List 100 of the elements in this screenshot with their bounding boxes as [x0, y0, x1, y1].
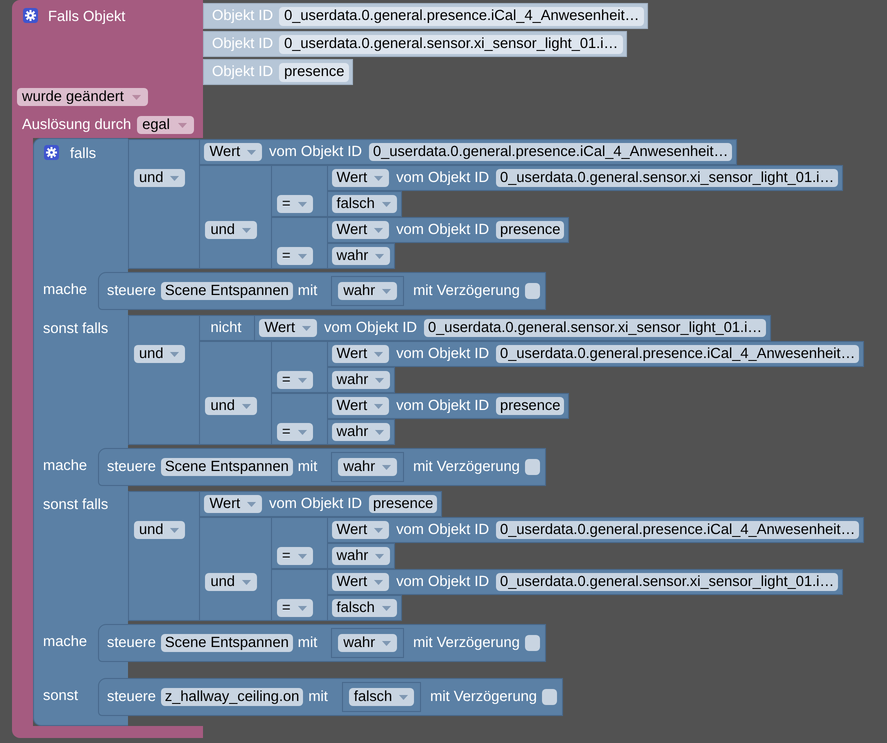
attribute-dropdown[interactable]: Wert: [332, 345, 390, 363]
target-field[interactable]: z_hallway_ceiling.on: [160, 688, 304, 706]
logic-block[interactable]: und: [199, 165, 271, 269]
operator-dropdown[interactable]: und: [205, 221, 257, 239]
logic-block[interactable]: und: [199, 341, 271, 445]
operator-dropdown[interactable]: =: [276, 423, 312, 441]
boolean-block[interactable]: wahr: [326, 367, 396, 393]
boolean-dropdown[interactable]: wahr: [338, 458, 398, 476]
boolean-block[interactable]: falsch: [326, 191, 402, 217]
attribute-dropdown[interactable]: Wert: [332, 573, 390, 591]
boolean-block[interactable]: wahr: [326, 419, 396, 445]
object-id-field[interactable]: 0_userdata.0.general.presence.iCal_4_Anwesenheit…: [279, 6, 644, 26]
control-block[interactable]: steuere z_hallway_ceiling.on mit falsch mit Verzögerung: [98, 678, 563, 716]
control-block[interactable]: steuere Scene Entspannen mit wahr mit Verzögerung: [98, 448, 546, 486]
object-id-field[interactable]: presence: [496, 397, 564, 415]
boolean-dropdown[interactable]: falsch: [348, 688, 414, 706]
event-dropdown[interactable]: wurde geändert: [17, 88, 148, 106]
caret-icon: [247, 502, 256, 506]
object-id-block[interactable]: Objekt ID 0_userdata.0.general.sensor.xi_sensor_light_01.i…: [203, 31, 628, 57]
boolean-dropdown[interactable]: wahr: [332, 371, 390, 389]
delay-checkbox[interactable]: [524, 283, 540, 299]
target-field[interactable]: Scene Entspannen: [160, 458, 293, 476]
boolean-block[interactable]: wahr: [331, 628, 404, 658]
block-label: mit: [298, 634, 318, 652]
value-block[interactable]: Wert vom Objekt ID 0_userdata.0.general.sensor.xi_sensor_light_01.i…: [254, 315, 772, 341]
object-id-field[interactable]: presence: [369, 495, 438, 513]
control-block[interactable]: steuere Scene Entspannen mit wahr mit Verzögerung: [98, 624, 546, 662]
boolean-block[interactable]: wahr: [331, 452, 404, 482]
target-field[interactable]: Scene Entspannen: [160, 282, 293, 300]
trigger-dropdown[interactable]: egal: [137, 116, 194, 134]
object-id-block[interactable]: Objekt ID 0_userdata.0.general.presence.iCal_4_Anwesenheit…: [203, 3, 648, 29]
operator-dropdown[interactable]: =: [276, 547, 312, 565]
delay-checkbox[interactable]: [542, 689, 557, 705]
block-label: vom Objekt ID: [269, 495, 362, 513]
boolean-dropdown[interactable]: wahr: [332, 247, 390, 265]
boolean-block[interactable]: falsch: [342, 682, 422, 712]
compare-block[interactable]: =: [270, 165, 326, 217]
object-id-field[interactable]: 0_userdata.0.general.sensor.xi_sensor_light_01.i…: [496, 573, 838, 591]
compare-block[interactable]: =: [270, 517, 326, 569]
operator-dropdown[interactable]: =: [276, 371, 312, 389]
target-field[interactable]: Scene Entspannen: [160, 634, 293, 652]
boolean-dropdown[interactable]: wahr: [332, 423, 390, 441]
delay-checkbox[interactable]: [524, 459, 540, 475]
operator-dropdown[interactable]: und: [134, 345, 186, 363]
boolean-block[interactable]: wahr: [326, 543, 396, 569]
operator-dropdown[interactable]: und: [134, 521, 186, 539]
object-id-field[interactable]: presence: [496, 221, 564, 239]
value-block[interactable]: Wert vom Objekt ID 0_userdata.0.general.presence.iCal_4_Anwesenheit…: [326, 341, 864, 367]
object-id-field[interactable]: 0_userdata.0.general.sensor.xi_sensor_light_01.i…: [424, 319, 766, 337]
boolean-dropdown[interactable]: wahr: [338, 634, 398, 652]
logic-block[interactable]: und: [199, 517, 271, 621]
value-block[interactable]: Wert vom Objekt ID presence: [326, 393, 570, 419]
object-id-field[interactable]: presence: [279, 62, 350, 82]
object-id-field[interactable]: 0_userdata.0.general.presence.iCal_4_Anwesenheit…: [496, 345, 860, 363]
attribute-dropdown[interactable]: Wert: [332, 397, 390, 415]
object-id-field[interactable]: 0_userdata.0.general.sensor.xi_sensor_light_01.i…: [279, 34, 624, 54]
boolean-block[interactable]: wahr: [331, 276, 404, 306]
operator-dropdown[interactable]: und: [205, 397, 257, 415]
value-block[interactable]: Wert vom Objekt ID 0_userdata.0.general.presence.iCal_4_Anwesenheit…: [199, 139, 738, 165]
object-id-field[interactable]: 0_userdata.0.general.sensor.xi_sensor_light_01.i…: [496, 169, 838, 187]
control-block[interactable]: steuere Scene Entspannen mit wahr mit Verzögerung: [98, 272, 546, 310]
value-block[interactable]: Wert vom Objekt ID presence: [326, 217, 570, 243]
object-id-block[interactable]: Objekt ID presence: [203, 59, 354, 85]
logic-block[interactable]: und: [128, 315, 200, 445]
object-id-field[interactable]: 0_userdata.0.general.presence.iCal_4_Anwesenheit…: [496, 521, 860, 539]
not-block[interactable]: nicht: [199, 315, 254, 341]
caret-icon: [382, 202, 391, 206]
value-block[interactable]: Wert vom Objekt ID 0_userdata.0.general.sensor.xi_sensor_light_01.i…: [326, 569, 844, 595]
operator-dropdown[interactable]: =: [276, 195, 312, 213]
boolean-dropdown[interactable]: falsch: [332, 195, 397, 213]
operator-dropdown[interactable]: und: [134, 169, 186, 187]
boolean-dropdown[interactable]: wahr: [332, 547, 390, 565]
attribute-dropdown[interactable]: Wert: [204, 143, 262, 161]
logic-block[interactable]: und: [128, 139, 200, 269]
compare-block[interactable]: =: [270, 393, 326, 445]
operator-dropdown[interactable]: und: [205, 573, 257, 591]
compare-block[interactable]: =: [270, 569, 326, 621]
value-block[interactable]: Wert vom Objekt ID presence: [199, 491, 442, 517]
object-id-field[interactable]: 0_userdata.0.general.presence.iCal_4_Anwesenheit…: [369, 143, 732, 161]
boolean-block[interactable]: wahr: [326, 243, 396, 269]
value-block[interactable]: Wert vom Objekt ID 0_userdata.0.general.presence.iCal_4_Anwesenheit…: [326, 517, 864, 543]
value-block[interactable]: Wert vom Objekt ID 0_userdata.0.general.sensor.xi_sensor_light_01.i…: [326, 165, 844, 191]
attribute-dropdown[interactable]: Wert: [332, 221, 390, 239]
boolean-block[interactable]: falsch: [326, 595, 402, 621]
attribute-dropdown[interactable]: Wert: [332, 169, 390, 187]
gear-icon[interactable]: [44, 145, 59, 160]
compare-block[interactable]: =: [270, 217, 326, 269]
attribute-dropdown[interactable]: Wert: [204, 495, 262, 513]
attribute-dropdown[interactable]: Wert: [259, 319, 318, 337]
logic-block[interactable]: und: [128, 491, 200, 621]
boolean-dropdown[interactable]: wahr: [338, 282, 398, 300]
boolean-dropdown[interactable]: falsch: [332, 599, 397, 617]
block-label: vom Objekt ID: [396, 221, 490, 239]
block-label: vom Objekt ID: [396, 521, 490, 539]
operator-dropdown[interactable]: =: [276, 599, 312, 617]
compare-block[interactable]: =: [270, 341, 326, 393]
attribute-dropdown[interactable]: Wert: [332, 521, 390, 539]
gear-icon[interactable]: [23, 8, 38, 23]
delay-checkbox[interactable]: [524, 635, 540, 651]
operator-dropdown[interactable]: =: [276, 247, 312, 265]
